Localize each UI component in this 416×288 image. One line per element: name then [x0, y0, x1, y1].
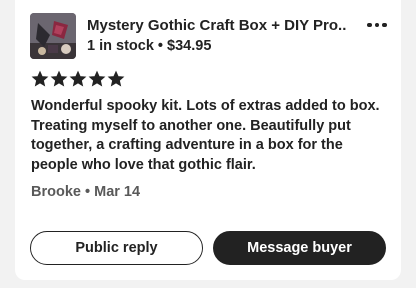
- star-icon: [107, 70, 125, 87]
- public-reply-button[interactable]: Public reply: [30, 231, 203, 265]
- product-price: $34.95: [167, 38, 212, 54]
- stock-status: 1 in stock: [87, 38, 154, 54]
- review-date: Mar 14: [94, 184, 141, 200]
- review-text: Wonderful spooky kit. Lots of extras add…: [31, 98, 380, 173]
- review-byline: Brooke • Mar 14: [31, 184, 140, 200]
- product-thumbnail-image: [30, 13, 76, 59]
- star-icon: [69, 70, 87, 87]
- star-icon: [50, 70, 68, 87]
- star-rating: [31, 70, 126, 88]
- message-buyer-button[interactable]: Message buyer: [213, 231, 386, 265]
- review-card: Mystery Gothic Craft Box + DIY Pro... 1 …: [15, 0, 401, 280]
- product-title[interactable]: Mystery Gothic Craft Box + DIY Pro...: [87, 17, 347, 34]
- star-icon: [88, 70, 106, 87]
- meta-separator: •: [153, 38, 168, 54]
- more-options-button[interactable]: [364, 15, 390, 35]
- star-icon: [31, 70, 49, 87]
- product-row[interactable]: Mystery Gothic Craft Box + DIY Pro... 1 …: [30, 13, 390, 61]
- reviewer-name: Brooke: [31, 184, 81, 200]
- product-stock-price: 1 in stock • $34.95: [87, 38, 211, 54]
- more-horizontal-icon: [382, 22, 387, 28]
- more-horizontal-icon: [374, 22, 380, 28]
- more-horizontal-icon: [367, 22, 372, 28]
- product-thumbnail[interactable]: [30, 13, 76, 59]
- byline-separator: •: [80, 184, 95, 200]
